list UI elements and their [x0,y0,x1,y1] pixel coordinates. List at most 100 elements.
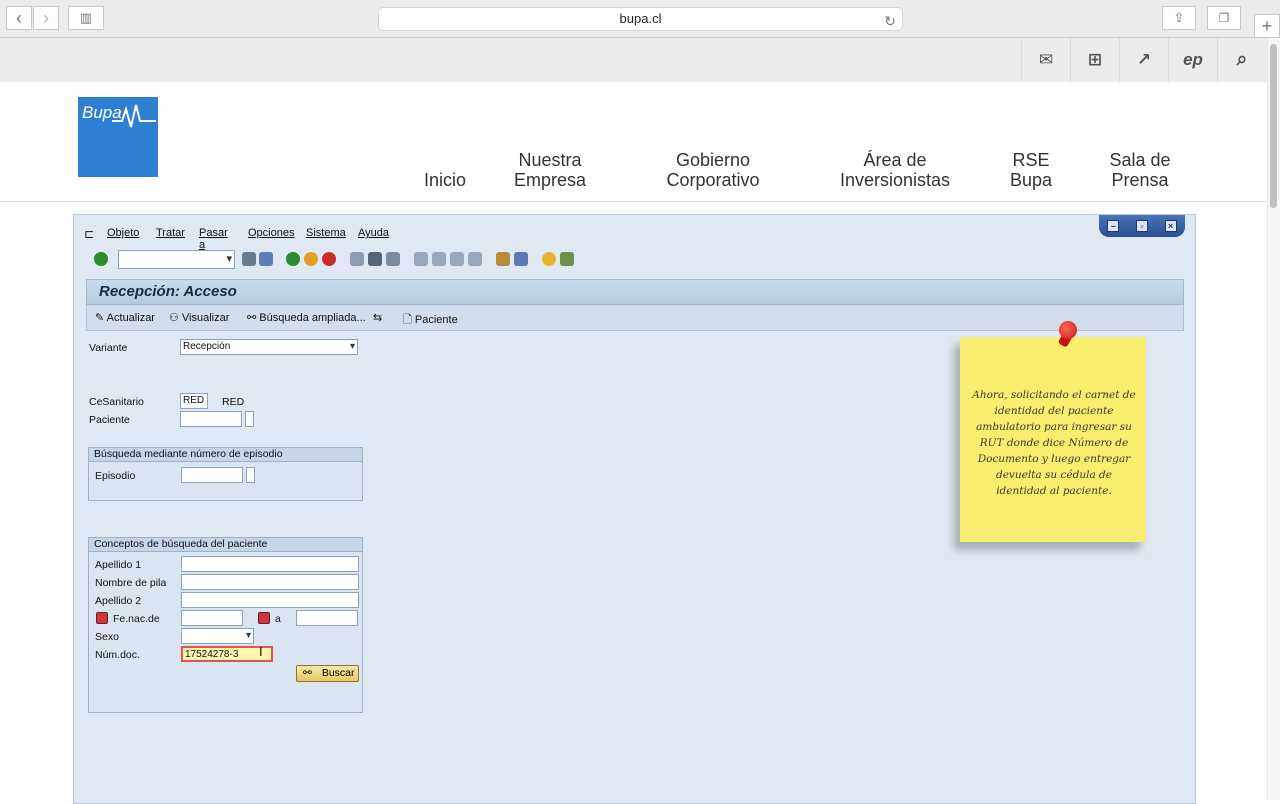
nav-item-rse-bupa[interactable]: RSE Bupa [996,150,1066,190]
previous-page-icon[interactable] [432,252,446,266]
shortcut-icon[interactable] [514,252,528,266]
reload-icon[interactable]: ↻ [884,10,896,32]
forward-button[interactable]: › [33,6,59,30]
new-tab-button[interactable]: + [1254,14,1280,38]
group-conceptos: Conceptos de búsqueda del paciente Apell… [88,537,363,713]
chevron-right-icon: › [43,7,49,28]
command-field[interactable] [118,250,235,269]
exit-icon[interactable] [304,252,318,266]
nav-item-gobierno-corporativo[interactable]: Gobierno Corporativo [648,150,778,190]
calendar-icon[interactable] [96,612,108,624]
fenac-to-input[interactable] [296,610,358,626]
cancel-icon[interactable] [322,252,336,266]
fenac-label: Fe.nac.de [113,613,160,625]
variante-label: Variante [89,342,128,354]
close-icon[interactable]: × [1164,220,1177,232]
apellido2-input[interactable] [181,592,359,608]
minimize-icon[interactable]: – [1107,220,1120,232]
nav-label: Inicio [423,170,467,190]
help-icon[interactable] [542,252,556,266]
nav-label: Bupa [1009,170,1053,190]
group-episodio: Búsqueda mediante número de episodio Epi… [88,447,363,501]
nombre-input[interactable] [181,574,359,590]
binoculars-icon: ⚯ [247,312,260,324]
nombre-label: Nombre de pila [95,577,167,589]
apellido1-input[interactable] [181,556,359,572]
sap-application-toolbar: ✎ Actualizar ⚇ Visualizar ⚯ Búsqueda amp… [86,305,1184,331]
enter-icon[interactable] [94,252,108,266]
menu-tratar[interactable]: Tratar [156,227,185,239]
back-icon[interactable] [286,252,300,266]
find-icon[interactable] [368,252,382,266]
page-scrollbar-thumb[interactable] [1270,44,1277,208]
variante-dropdown[interactable]: Recepción [180,339,358,355]
button-label: Actualizar [106,312,155,324]
search-icon[interactable]: ⌕ [1217,38,1266,82]
url-text: bupa.cl [619,11,662,26]
episodio-suffix-input[interactable] [246,467,255,483]
busqueda-ampliada-button[interactable]: ⚯ Búsqueda ampliada... [247,311,366,324]
nav-label: Gobierno [675,150,751,170]
group-conceptos-title: Conceptos de búsqueda del paciente [89,538,362,552]
numdoc-label: Núm.doc. [95,649,140,661]
nav-item-nuestra-empresa[interactable]: Nuestra Empresa [500,150,600,190]
back-button[interactable]: ‹ [6,6,32,30]
nav-item-inicio[interactable]: Inicio [410,170,480,190]
sidebar-toggle-button[interactable]: ▥ [68,6,104,30]
ep-icon[interactable]: ep [1168,38,1217,82]
nav-item-sala-prensa[interactable]: Sala de Prensa [1095,150,1185,190]
sitemap-icon[interactable]: ⊞ [1070,38,1119,82]
button-label: Paciente [414,314,458,326]
find-next-icon[interactable] [386,252,400,266]
new-session-icon[interactable] [496,252,510,266]
fenac-from-input[interactable] [181,610,243,626]
visualizar-button[interactable]: ⚇ Visualizar [169,311,229,324]
menu-exit-icon[interactable]: ⊏ [84,227,94,241]
paciente-suffix-input[interactable] [245,411,254,427]
document-icon: 🗋 [403,314,415,326]
tabs-button[interactable]: ❐ [1207,6,1241,30]
save-icon[interactable] [259,252,273,266]
address-bar[interactable]: bupa.cl ↻ [378,7,903,31]
mail-icon[interactable]: ✉ [1021,38,1070,82]
back-triangle-icon[interactable] [242,252,256,266]
menu-pasar-a[interactable]: Pasar a [199,227,228,251]
maximize-icon[interactable]: ▫ [1135,220,1148,232]
refresh-icon[interactable]: ⇆ [373,311,382,324]
cesanitario-input[interactable]: RED [180,393,208,409]
buscar-button[interactable]: ⚯ Buscar [296,665,359,682]
sticky-note-text: Ahora, solicitando el carnet de identida… [972,389,1136,497]
button-label: Búsqueda ampliada... [259,312,366,324]
binoculars-icon: ⚯ [303,667,312,679]
print-icon[interactable] [350,252,364,266]
last-page-icon[interactable] [468,252,482,266]
apellido1-label: Apellido 1 [95,559,142,571]
episodio-input[interactable] [181,467,243,483]
layout-icon[interactable] [560,252,574,266]
bupa-logo[interactable]: Bupa [78,97,158,177]
paciente-input[interactable] [180,411,242,427]
sap-window-controls: – ▫ × [1099,215,1185,237]
screen-title: Recepción: Acceso [99,283,237,300]
nav-label: Corporativo [666,170,760,190]
first-page-icon[interactable] [414,252,428,266]
menu-sistema[interactable]: Sistema [306,227,346,239]
sap-screen-title-bar: Recepción: Acceso [86,279,1184,305]
sexo-dropdown[interactable] [181,628,254,644]
calendar-icon[interactable] [258,612,270,624]
paciente-button[interactable]: 🗋 Paciente [403,311,458,330]
external-link-icon[interactable]: ↗ [1119,38,1168,82]
actualizar-button[interactable]: ✎ Actualizar [95,311,155,324]
site-header: Bupa Inicio Nuestra Empresa Gobierno Cor… [0,82,1267,202]
share-button[interactable]: ⇪ [1162,6,1196,30]
next-page-icon[interactable] [450,252,464,266]
menu-objeto[interactable]: Objeto [107,227,139,239]
button-label: Visualizar [181,312,230,324]
menu-opciones[interactable]: Opciones [248,227,294,239]
sidebar-icon: ▥ [79,10,93,25]
nav-item-area-inversionistas[interactable]: Área de Inversionistas [825,150,965,190]
cesanitario-label: CeSanitario [89,396,144,408]
pushpin-icon [1059,321,1077,339]
menu-ayuda[interactable]: Ayuda [358,227,389,239]
browser-toolbar: ‹ › ▥ bupa.cl ↻ ⇪ ❐ + [0,0,1280,38]
